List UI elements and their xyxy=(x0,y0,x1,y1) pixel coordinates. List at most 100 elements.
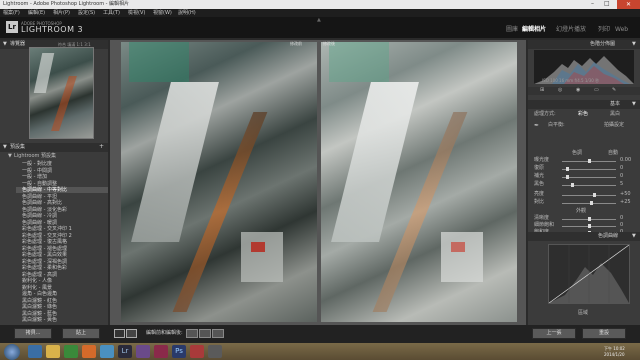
media-icon[interactable] xyxy=(64,345,78,358)
preset-item[interactable]: 銳利化 - 風景 xyxy=(22,285,52,291)
preset-item[interactable]: 色調曲線 - 平坦 xyxy=(22,194,57,200)
minimize-button[interactable]: – xyxy=(591,0,594,8)
preset-item[interactable]: 色調曲線 - 冷調 xyxy=(22,213,57,219)
brightness-slider[interactable] xyxy=(562,195,616,196)
ie-icon[interactable] xyxy=(28,345,42,358)
treatment-bw[interactable]: 黑白 xyxy=(610,111,620,118)
contrast-slider[interactable] xyxy=(562,203,616,204)
top-panel-toggle-icon[interactable]: ▲ xyxy=(317,17,321,23)
folder-icon[interactable] xyxy=(46,345,60,358)
menu-edit[interactable]: 編輯(E) xyxy=(28,10,45,17)
preset-item[interactable]: 黑白濾鏡 - 藍色 xyxy=(22,311,57,317)
preset-item[interactable]: 銳利化 - 人像 xyxy=(22,278,52,284)
module-develop[interactable]: 編輯相片 xyxy=(522,26,546,34)
module-print[interactable]: 列印 xyxy=(598,26,610,34)
slider-knob[interactable] xyxy=(587,224,591,228)
wb-eyedropper-icon[interactable]: ✒ xyxy=(534,122,539,130)
preset-item[interactable]: 彩色處理 - 交叉沖印 1 xyxy=(22,226,72,232)
previous-button[interactable]: 上一張 xyxy=(532,328,576,339)
treatment-color[interactable]: 彩色 xyxy=(578,111,588,118)
thumb-street xyxy=(51,76,77,131)
preset-item[interactable]: 黑白濾鏡 - 紅色 xyxy=(22,298,57,304)
paste-button[interactable]: 貼上 xyxy=(62,328,100,339)
slider-knob[interactable] xyxy=(590,201,594,205)
start-button-icon[interactable] xyxy=(4,344,20,360)
preset-item[interactable]: 一般 - 增加 xyxy=(22,174,47,180)
auto-tone-button[interactable]: 自動 xyxy=(608,150,618,157)
red-eye-icon[interactable]: ◉ xyxy=(576,87,580,94)
preset-item[interactable]: 色調曲線 - 中等對比 xyxy=(22,187,67,193)
preset-item[interactable]: 彩色處理 - 復古風格 xyxy=(22,239,67,245)
navigator-thumbnail[interactable] xyxy=(29,47,94,139)
slider-knob[interactable] xyxy=(565,167,569,171)
preset-item[interactable]: 彩色處理 - 高調 xyxy=(22,272,57,278)
app-icon[interactable] xyxy=(208,345,222,358)
menu-photo[interactable]: 相片(P) xyxy=(53,10,70,17)
before-after-icon[interactable] xyxy=(126,329,137,338)
slider-knob[interactable] xyxy=(587,217,591,221)
firefox-icon[interactable] xyxy=(82,345,96,358)
module-web[interactable]: Web xyxy=(615,26,628,34)
menu-view[interactable]: 檢視(V) xyxy=(128,10,145,17)
module-library[interactable]: 圖庫 xyxy=(506,26,518,34)
app-icon[interactable] xyxy=(136,345,150,358)
copy-after-icon[interactable] xyxy=(212,329,224,338)
preset-item[interactable]: 色調曲線 - 淡化色彩 xyxy=(22,207,67,213)
fill-light-slider[interactable] xyxy=(562,177,616,178)
preset-item[interactable]: 彩色處理 - 交叉沖印 2 xyxy=(22,233,72,239)
preset-item[interactable]: 黑白濾鏡 - 綠色 xyxy=(22,304,57,310)
presets-group-triangle-icon[interactable]: ▼ xyxy=(8,153,12,160)
recovery-slider[interactable] xyxy=(562,169,616,170)
menu-window[interactable]: 視窗(W) xyxy=(153,10,172,17)
preset-item[interactable]: 色調曲線 - 高對比 xyxy=(22,200,62,206)
close-button[interactable]: ✕ xyxy=(617,0,640,9)
pdf-icon[interactable] xyxy=(190,345,204,358)
menu-settings[interactable]: 設定(S) xyxy=(78,10,95,17)
lightroom-taskbar-icon[interactable]: Lr xyxy=(118,345,132,358)
photoshop-icon[interactable]: Ps xyxy=(172,345,186,358)
menu-help[interactable]: 說明(H) xyxy=(178,10,196,17)
spot-removal-icon[interactable]: ◎ xyxy=(558,87,562,94)
slider-value: 0.00 xyxy=(620,157,632,163)
preset-item[interactable]: 邊角 - 白色邊角 xyxy=(22,291,57,297)
preset-item[interactable]: 彩色處理 - 深褐色調 xyxy=(22,259,67,265)
app-icon[interactable] xyxy=(154,345,168,358)
crop-tool-icon[interactable]: ⊞ xyxy=(540,87,544,94)
copy-button[interactable]: 拷貝... xyxy=(14,328,52,339)
view-mode-icon[interactable] xyxy=(114,329,125,338)
add-preset-icon[interactable]: + xyxy=(99,143,104,151)
slider-knob[interactable] xyxy=(587,159,591,163)
presets-header[interactable]: ▼ 預設集 + xyxy=(0,143,108,152)
copy-before-icon[interactable] xyxy=(199,329,211,338)
preset-item[interactable]: 一般 - 中間調 xyxy=(22,168,52,174)
slider-knob[interactable] xyxy=(592,193,596,197)
module-slideshow[interactable]: 幻燈片播放 xyxy=(556,26,586,34)
basic-header[interactable]: 基本 ▼ xyxy=(528,100,640,109)
after-photo[interactable] xyxy=(321,42,517,322)
histogram-header[interactable]: 色階分佈圖 ▼ xyxy=(528,40,640,49)
adjustment-brush-icon[interactable]: ✎ xyxy=(612,87,616,94)
preset-item[interactable]: 彩色處理 - 黑白效果 xyxy=(22,252,67,258)
slider-knob[interactable] xyxy=(571,183,575,187)
preset-item[interactable]: 彩色處理 - 柔和色彩 xyxy=(22,265,67,271)
tone-curve-header[interactable]: 色調曲線 ▼ xyxy=(528,232,640,241)
blacks-slider[interactable] xyxy=(562,185,616,186)
preset-item[interactable]: 一般 - 自動調整 xyxy=(22,181,57,187)
preset-item[interactable]: 色調曲線 - 暖調 xyxy=(22,220,57,226)
menu-tools[interactable]: 工具(T) xyxy=(103,10,120,17)
slider-knob[interactable] xyxy=(565,175,569,179)
lightroom-logo: Lr xyxy=(6,21,18,33)
maximize-button[interactable]: □ xyxy=(604,0,610,8)
before-photo[interactable] xyxy=(121,42,317,322)
wb-select[interactable]: 拍攝設定 xyxy=(604,122,624,129)
swap-icon[interactable] xyxy=(186,329,198,338)
menu-file[interactable]: 檔案(F) xyxy=(3,10,20,17)
presets-group[interactable]: Lightroom 預設集 xyxy=(14,153,56,160)
tone-curve-graph[interactable] xyxy=(548,244,630,304)
preset-item[interactable]: 一般 - 對比度 xyxy=(22,161,52,167)
preset-item[interactable]: 黑白濾鏡 - 黃色 xyxy=(22,317,57,323)
reset-button[interactable]: 重設 xyxy=(582,328,626,339)
graduated-filter-icon[interactable]: ▭ xyxy=(594,87,599,94)
chrome-icon[interactable] xyxy=(100,345,114,358)
preset-item[interactable]: 彩色處理 - 褪色處理 xyxy=(22,246,67,252)
